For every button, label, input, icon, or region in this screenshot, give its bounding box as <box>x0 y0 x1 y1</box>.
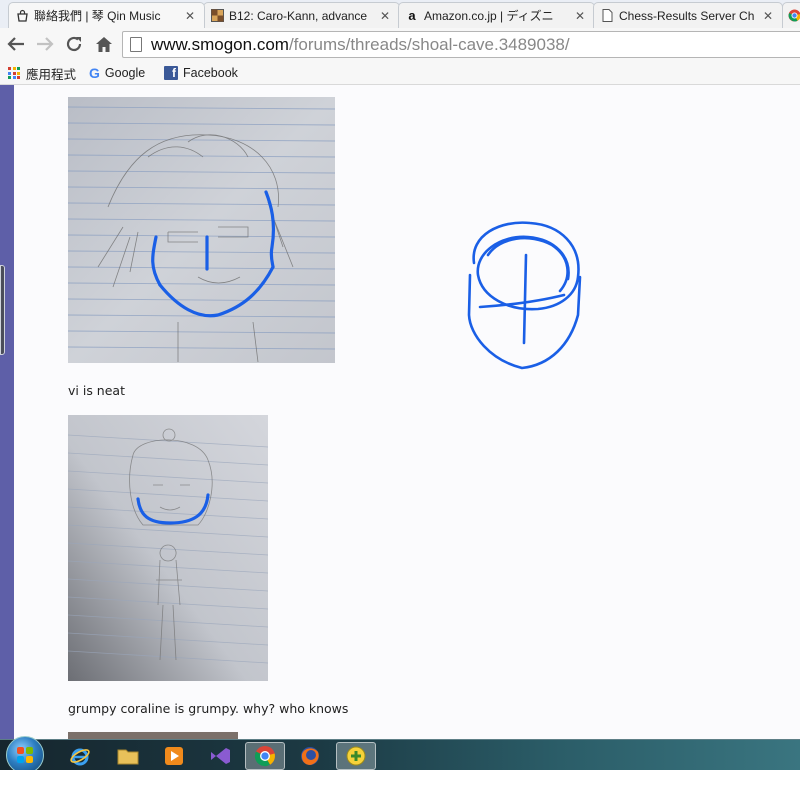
bookmark-label: Google <box>104 66 146 80</box>
tab-amazon[interactable]: a Amazon.co.jp | ディズニ ✕ <box>398 2 595 28</box>
page-icon <box>130 37 142 52</box>
forward-button[interactable] <box>33 32 57 56</box>
tab-title: 聯絡我們 | 琴 Qin Music <box>34 9 161 23</box>
document-icon <box>600 9 614 23</box>
post-image-vi[interactable] <box>68 97 335 363</box>
side-panel-handle[interactable] <box>0 265 5 355</box>
doodle-symbol <box>460 215 590 375</box>
forum-post-content: vi is neat grumpy coraline is grumpy. wh… <box>0 85 800 739</box>
bookmarks-bar: 應用程式 G Google f Facebook <box>0 61 800 85</box>
tab-chrome[interactable] <box>782 2 800 28</box>
url-host: www.smogon.com <box>151 34 289 54</box>
close-tab-icon[interactable]: ✕ <box>184 9 196 23</box>
post-caption: grumpy coraline is grumpy. why? who know… <box>68 701 349 716</box>
back-button[interactable] <box>4 32 28 56</box>
file-explorer-icon[interactable] <box>108 742 148 770</box>
screen-bottom-margin <box>0 770 800 800</box>
home-icon <box>96 36 112 52</box>
post-image-next[interactable] <box>68 732 238 739</box>
reload-icon <box>66 36 82 52</box>
bookmark-label: 應用程式 <box>26 67 77 82</box>
forum-side-stripe <box>0 85 14 739</box>
tab-chess-results[interactable]: Chess-Results Server Ch ✕ <box>593 2 783 28</box>
facebook-icon: f <box>164 66 178 80</box>
visual-studio-icon[interactable] <box>200 742 240 770</box>
chrome-icon <box>787 9 800 23</box>
post-caption: vi is neat <box>68 383 125 398</box>
post-image-coraline[interactable] <box>68 415 268 681</box>
close-tab-icon[interactable]: ✕ <box>574 9 586 23</box>
close-tab-icon[interactable]: ✕ <box>379 9 391 23</box>
address-bar[interactable]: www.smogon.com/forums/threads/shoal-cave… <box>122 31 800 58</box>
bag-icon <box>15 9 29 23</box>
start-orb[interactable] <box>6 736 44 774</box>
chessboard-icon <box>210 9 224 23</box>
browser-toolbar: www.smogon.com/forums/threads/shoal-cave… <box>0 28 800 61</box>
media-player-icon[interactable] <box>154 742 194 770</box>
apps-grid-icon <box>8 67 20 79</box>
amazon-icon: a <box>408 8 416 23</box>
chrome-icon[interactable] <box>245 742 285 770</box>
reload-button[interactable] <box>62 32 86 56</box>
arrow-right-icon <box>37 37 54 51</box>
tab-title: Amazon.co.jp | ディズニ <box>424 9 554 23</box>
windows-logo-icon <box>17 747 33 763</box>
tab-title: B12: Caro-Kann, advance <box>229 8 368 23</box>
url-path: /forums/threads/shoal-cave.3489038/ <box>288 34 570 54</box>
bookmark-facebook[interactable]: f Facebook <box>164 64 238 82</box>
home-button[interactable] <box>92 32 116 56</box>
google-icon: G <box>89 65 100 81</box>
internet-explorer-icon[interactable] <box>60 742 100 770</box>
app-plus-icon[interactable] <box>336 742 376 770</box>
bookmark-label: Facebook <box>183 66 238 80</box>
tab-title: Chess-Results Server Ch <box>619 8 755 23</box>
firefox-icon[interactable] <box>290 742 330 770</box>
bookmark-apps[interactable]: 應用程式 <box>8 64 76 82</box>
bookmark-google[interactable]: G Google <box>89 64 145 82</box>
windows-taskbar <box>0 736 800 774</box>
tab-caro-kann[interactable]: B12: Caro-Kann, advance ✕ <box>203 2 400 28</box>
arrow-left-icon <box>7 37 24 51</box>
tab-qin-music[interactable]: 聯絡我們 | 琴 Qin Music ✕ <box>8 2 205 28</box>
tab-strip: 聯絡我們 | 琴 Qin Music ✕ B12: Caro-Kann, adv… <box>0 0 800 28</box>
close-tab-icon[interactable]: ✕ <box>762 9 774 23</box>
